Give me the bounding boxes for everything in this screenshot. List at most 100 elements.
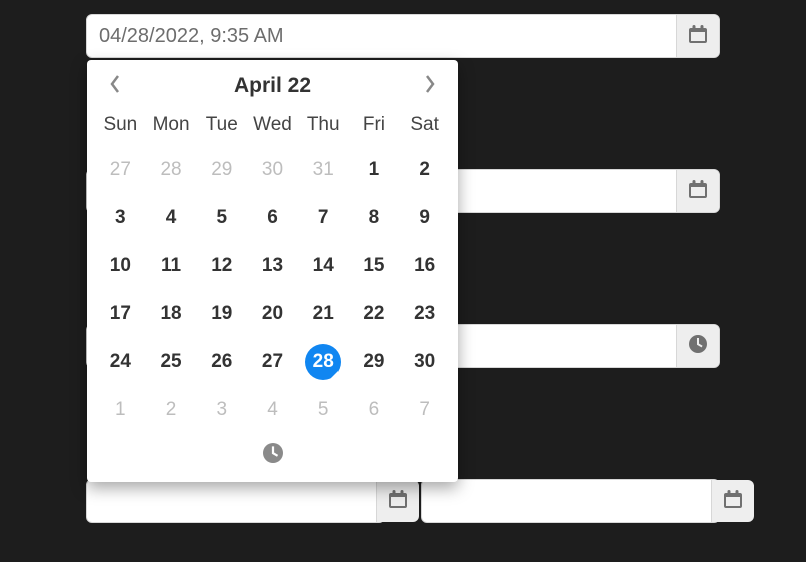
day-cell[interactable]: 21 — [298, 290, 349, 338]
day-cell-other-month[interactable]: 4 — [247, 386, 298, 434]
day-cell-other-month[interactable]: 28 — [146, 146, 197, 194]
day-number: 5 — [305, 392, 341, 428]
date-picker-footer — [95, 434, 450, 474]
day-cell[interactable]: 29 — [349, 338, 400, 386]
day-number: 1 — [356, 152, 392, 188]
day-number: 2 — [153, 392, 189, 428]
day-number: 17 — [102, 296, 138, 332]
day-cell[interactable]: 2 — [399, 146, 450, 194]
day-cell[interactable]: 26 — [196, 338, 247, 386]
day-number: 2 — [407, 152, 443, 188]
day-number: 29 — [204, 152, 240, 188]
day-number: 11 — [153, 248, 189, 284]
day-number: 29 — [356, 344, 392, 380]
day-cell-other-month[interactable]: 6 — [349, 386, 400, 434]
calendar-icon — [689, 180, 707, 203]
prev-month-button[interactable] — [99, 70, 131, 102]
day-cell-other-month[interactable]: 1 — [95, 386, 146, 434]
day-number: 27 — [254, 344, 290, 380]
dow-header: Fri — [349, 106, 400, 146]
day-cell-other-month[interactable]: 2 — [146, 386, 197, 434]
dow-header: Sun — [95, 106, 146, 146]
day-cell[interactable]: 1 — [349, 146, 400, 194]
day-cell[interactable]: 23 — [399, 290, 450, 338]
day-number: 12 — [204, 248, 240, 284]
day-number: 18 — [153, 296, 189, 332]
dow-header: Tue — [196, 106, 247, 146]
day-cell-other-month[interactable]: 3 — [196, 386, 247, 434]
dow-header: Wed — [247, 106, 298, 146]
calendar-icon — [389, 490, 407, 513]
day-cell-other-month[interactable]: 29 — [196, 146, 247, 194]
calendar-button-1[interactable] — [676, 15, 719, 57]
day-cell[interactable]: 25 — [146, 338, 197, 386]
day-cell[interactable]: 18 — [146, 290, 197, 338]
day-cell-other-month[interactable]: 30 — [247, 146, 298, 194]
day-cell-other-month[interactable]: 27 — [95, 146, 146, 194]
time-toggle-button[interactable] — [256, 438, 290, 472]
chevron-left-icon — [109, 74, 121, 99]
day-cell-selected[interactable]: 28 — [298, 338, 349, 386]
day-cell[interactable]: 5 — [196, 194, 247, 242]
date-input-5[interactable] — [422, 480, 711, 522]
day-number: 3 — [102, 200, 138, 236]
date-picker-grid: SunMonTueWedThuFriSat2728293031123456789… — [95, 106, 450, 434]
day-number: 6 — [356, 392, 392, 428]
day-cell[interactable]: 30 — [399, 338, 450, 386]
day-cell-other-month[interactable]: 7 — [399, 386, 450, 434]
day-cell[interactable]: 15 — [349, 242, 400, 290]
day-cell-other-month[interactable]: 31 — [298, 146, 349, 194]
day-cell[interactable]: 16 — [399, 242, 450, 290]
day-number: 7 — [407, 392, 443, 428]
day-number: 7 — [305, 200, 341, 236]
day-cell[interactable]: 14 — [298, 242, 349, 290]
day-number: 21 — [305, 296, 341, 332]
day-cell[interactable]: 27 — [247, 338, 298, 386]
day-cell[interactable]: 3 — [95, 194, 146, 242]
day-cell[interactable]: 22 — [349, 290, 400, 338]
day-number: 9 — [407, 200, 443, 236]
day-number: 28 — [305, 344, 341, 380]
day-cell-other-month[interactable]: 5 — [298, 386, 349, 434]
day-number: 16 — [407, 248, 443, 284]
clock-icon — [689, 335, 707, 358]
day-cell[interactable]: 13 — [247, 242, 298, 290]
day-cell[interactable]: 9 — [399, 194, 450, 242]
day-cell[interactable]: 7 — [298, 194, 349, 242]
day-number: 3 — [204, 392, 240, 428]
datetime-input-1[interactable] — [87, 15, 676, 57]
calendar-button-2[interactable] — [676, 170, 719, 212]
day-cell[interactable]: 4 — [146, 194, 197, 242]
dow-header: Sat — [399, 106, 450, 146]
date-picker-popup: April 22 SunMonTueWedThuFriSat2728293031… — [87, 60, 458, 482]
clock-button-3[interactable] — [676, 325, 719, 367]
day-cell[interactable]: 6 — [247, 194, 298, 242]
day-number: 8 — [356, 200, 392, 236]
next-month-button[interactable] — [414, 70, 446, 102]
day-number: 23 — [407, 296, 443, 332]
day-number: 10 — [102, 248, 138, 284]
calendar-button-4[interactable] — [376, 480, 419, 522]
day-number: 30 — [407, 344, 443, 380]
day-number: 1 — [102, 392, 138, 428]
day-cell[interactable]: 17 — [95, 290, 146, 338]
day-cell[interactable]: 12 — [196, 242, 247, 290]
date-picker-title[interactable]: April 22 — [234, 74, 311, 98]
day-number: 25 — [153, 344, 189, 380]
day-number: 19 — [204, 296, 240, 332]
day-cell[interactable]: 8 — [349, 194, 400, 242]
day-number: 14 — [305, 248, 341, 284]
date-field-4 — [86, 479, 385, 523]
day-cell[interactable]: 19 — [196, 290, 247, 338]
day-cell[interactable]: 20 — [247, 290, 298, 338]
date-input-4[interactable] — [87, 480, 376, 522]
calendar-button-5[interactable] — [711, 480, 754, 522]
day-number: 30 — [254, 152, 290, 188]
day-number: 4 — [153, 200, 189, 236]
dow-header: Thu — [298, 106, 349, 146]
day-cell[interactable]: 10 — [95, 242, 146, 290]
day-cell[interactable]: 11 — [146, 242, 197, 290]
day-cell[interactable]: 24 — [95, 338, 146, 386]
day-number: 13 — [254, 248, 290, 284]
day-number: 4 — [254, 392, 290, 428]
